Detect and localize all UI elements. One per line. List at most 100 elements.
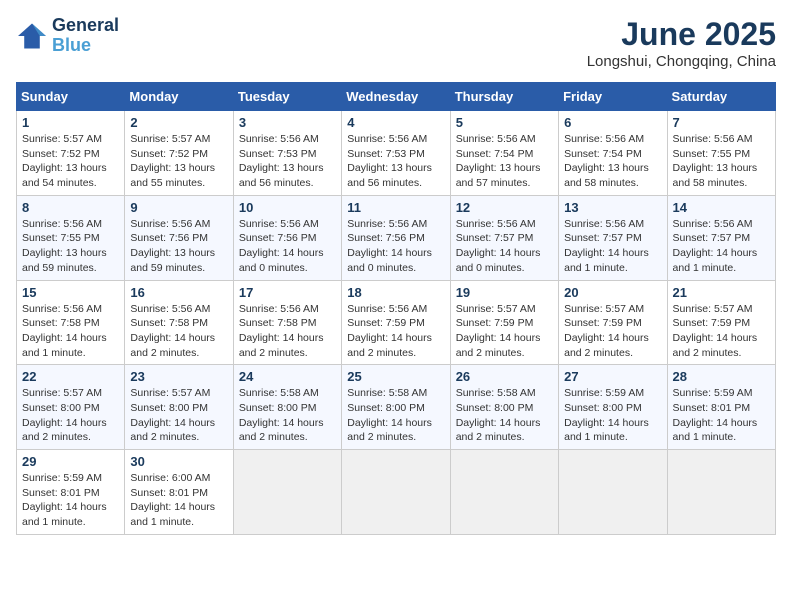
sunrise-label: Sunrise: 5:57 AM xyxy=(456,303,536,315)
sunset-label: Sunset: 7:53 PM xyxy=(347,148,425,160)
sunrise-label: Sunrise: 5:56 AM xyxy=(564,218,644,230)
daylight-label: Daylight: 13 hours and 58 minutes. xyxy=(673,162,758,189)
weekday-header-wednesday: Wednesday xyxy=(342,83,450,111)
day-number: 26 xyxy=(456,369,553,384)
day-info: Sunrise: 5:56 AM Sunset: 7:56 PM Dayligh… xyxy=(130,217,227,276)
day-number: 25 xyxy=(347,369,444,384)
day-number: 20 xyxy=(564,285,661,300)
sunset-label: Sunset: 7:52 PM xyxy=(130,148,208,160)
sunrise-label: Sunrise: 5:56 AM xyxy=(347,218,427,230)
day-info: Sunrise: 5:57 AM Sunset: 7:59 PM Dayligh… xyxy=(673,302,770,361)
sunrise-label: Sunrise: 5:56 AM xyxy=(22,218,102,230)
calendar-cell: 17 Sunrise: 5:56 AM Sunset: 7:58 PM Dayl… xyxy=(233,280,341,365)
day-number: 11 xyxy=(347,200,444,215)
day-number: 12 xyxy=(456,200,553,215)
sunrise-label: Sunrise: 5:56 AM xyxy=(347,133,427,145)
calendar-cell: 18 Sunrise: 5:56 AM Sunset: 7:59 PM Dayl… xyxy=(342,280,450,365)
weekday-header-tuesday: Tuesday xyxy=(233,83,341,111)
sunrise-label: Sunrise: 5:58 AM xyxy=(347,387,427,399)
sunrise-label: Sunrise: 5:56 AM xyxy=(239,218,319,230)
day-number: 17 xyxy=(239,285,336,300)
calendar-cell: 14 Sunrise: 5:56 AM Sunset: 7:57 PM Dayl… xyxy=(667,195,775,280)
sunrise-label: Sunrise: 5:56 AM xyxy=(239,303,319,315)
sunset-label: Sunset: 8:00 PM xyxy=(239,402,317,414)
day-number: 27 xyxy=(564,369,661,384)
calendar-cell: 1 Sunrise: 5:57 AM Sunset: 7:52 PM Dayli… xyxy=(17,111,125,196)
sunset-label: Sunset: 8:00 PM xyxy=(22,402,100,414)
calendar-cell: 24 Sunrise: 5:58 AM Sunset: 8:00 PM Dayl… xyxy=(233,365,341,450)
day-info: Sunrise: 5:57 AM Sunset: 7:59 PM Dayligh… xyxy=(564,302,661,361)
calendar-week-3: 15 Sunrise: 5:56 AM Sunset: 7:58 PM Dayl… xyxy=(17,280,776,365)
calendar-cell xyxy=(342,450,450,535)
sunset-label: Sunset: 7:58 PM xyxy=(239,317,317,329)
sunrise-label: Sunrise: 5:56 AM xyxy=(564,133,644,145)
day-info: Sunrise: 6:00 AM Sunset: 8:01 PM Dayligh… xyxy=(130,471,227,530)
daylight-label: Daylight: 14 hours and 1 minute. xyxy=(22,332,107,359)
sunset-label: Sunset: 7:58 PM xyxy=(130,317,208,329)
day-info: Sunrise: 5:58 AM Sunset: 8:00 PM Dayligh… xyxy=(456,386,553,445)
calendar-cell: 23 Sunrise: 5:57 AM Sunset: 8:00 PM Dayl… xyxy=(125,365,233,450)
daylight-label: Daylight: 14 hours and 0 minutes. xyxy=(239,247,324,274)
weekday-header-saturday: Saturday xyxy=(667,83,775,111)
sunrise-label: Sunrise: 5:56 AM xyxy=(239,133,319,145)
sunset-label: Sunset: 8:00 PM xyxy=(564,402,642,414)
day-number: 30 xyxy=(130,454,227,469)
sunrise-label: Sunrise: 5:59 AM xyxy=(564,387,644,399)
day-info: Sunrise: 5:59 AM Sunset: 8:01 PM Dayligh… xyxy=(22,471,119,530)
day-info: Sunrise: 5:56 AM Sunset: 7:56 PM Dayligh… xyxy=(347,217,444,276)
calendar-week-2: 8 Sunrise: 5:56 AM Sunset: 7:55 PM Dayli… xyxy=(17,195,776,280)
day-number: 3 xyxy=(239,115,336,130)
day-number: 15 xyxy=(22,285,119,300)
daylight-label: Daylight: 14 hours and 2 minutes. xyxy=(22,417,107,444)
day-number: 10 xyxy=(239,200,336,215)
sunrise-label: Sunrise: 5:56 AM xyxy=(456,218,536,230)
daylight-label: Daylight: 14 hours and 1 minute. xyxy=(22,501,107,528)
day-info: Sunrise: 5:59 AM Sunset: 8:00 PM Dayligh… xyxy=(564,386,661,445)
day-number: 16 xyxy=(130,285,227,300)
daylight-label: Daylight: 14 hours and 1 minute. xyxy=(564,247,649,274)
title-block: June 2025 Longshui, Chongqing, China xyxy=(587,16,776,70)
sunset-label: Sunset: 7:54 PM xyxy=(564,148,642,160)
day-number: 8 xyxy=(22,200,119,215)
day-info: Sunrise: 5:56 AM Sunset: 7:57 PM Dayligh… xyxy=(564,217,661,276)
calendar-week-4: 22 Sunrise: 5:57 AM Sunset: 8:00 PM Dayl… xyxy=(17,365,776,450)
sunrise-label: Sunrise: 6:00 AM xyxy=(130,472,210,484)
day-info: Sunrise: 5:56 AM Sunset: 7:53 PM Dayligh… xyxy=(347,132,444,191)
day-info: Sunrise: 5:57 AM Sunset: 7:59 PM Dayligh… xyxy=(456,302,553,361)
sunset-label: Sunset: 7:56 PM xyxy=(347,232,425,244)
sunset-label: Sunset: 7:52 PM xyxy=(22,148,100,160)
daylight-label: Daylight: 13 hours and 57 minutes. xyxy=(456,162,541,189)
weekday-header-friday: Friday xyxy=(559,83,667,111)
calendar-table: SundayMondayTuesdayWednesdayThursdayFrid… xyxy=(16,82,776,535)
day-number: 1 xyxy=(22,115,119,130)
sunrise-label: Sunrise: 5:56 AM xyxy=(22,303,102,315)
daylight-label: Daylight: 13 hours and 56 minutes. xyxy=(239,162,324,189)
daylight-label: Daylight: 14 hours and 2 minutes. xyxy=(347,417,432,444)
day-number: 29 xyxy=(22,454,119,469)
day-info: Sunrise: 5:56 AM Sunset: 7:58 PM Dayligh… xyxy=(239,302,336,361)
day-info: Sunrise: 5:56 AM Sunset: 7:58 PM Dayligh… xyxy=(130,302,227,361)
daylight-label: Daylight: 14 hours and 2 minutes. xyxy=(130,332,215,359)
month-title: June 2025 xyxy=(587,16,776,53)
daylight-label: Daylight: 14 hours and 2 minutes. xyxy=(564,332,649,359)
daylight-label: Daylight: 14 hours and 1 minute. xyxy=(673,247,758,274)
calendar-cell: 3 Sunrise: 5:56 AM Sunset: 7:53 PM Dayli… xyxy=(233,111,341,196)
calendar-cell: 16 Sunrise: 5:56 AM Sunset: 7:58 PM Dayl… xyxy=(125,280,233,365)
day-info: Sunrise: 5:56 AM Sunset: 7:58 PM Dayligh… xyxy=(22,302,119,361)
day-info: Sunrise: 5:57 AM Sunset: 8:00 PM Dayligh… xyxy=(130,386,227,445)
day-info: Sunrise: 5:56 AM Sunset: 7:55 PM Dayligh… xyxy=(673,132,770,191)
daylight-label: Daylight: 14 hours and 1 minute. xyxy=(130,501,215,528)
weekday-header-monday: Monday xyxy=(125,83,233,111)
calendar-cell: 25 Sunrise: 5:58 AM Sunset: 8:00 PM Dayl… xyxy=(342,365,450,450)
calendar-cell: 2 Sunrise: 5:57 AM Sunset: 7:52 PM Dayli… xyxy=(125,111,233,196)
sunset-label: Sunset: 7:59 PM xyxy=(673,317,751,329)
day-info: Sunrise: 5:59 AM Sunset: 8:01 PM Dayligh… xyxy=(673,386,770,445)
calendar-cell xyxy=(667,450,775,535)
sunrise-label: Sunrise: 5:59 AM xyxy=(673,387,753,399)
daylight-label: Daylight: 14 hours and 2 minutes. xyxy=(673,332,758,359)
day-number: 2 xyxy=(130,115,227,130)
calendar-cell: 22 Sunrise: 5:57 AM Sunset: 8:00 PM Dayl… xyxy=(17,365,125,450)
sunset-label: Sunset: 7:57 PM xyxy=(673,232,751,244)
daylight-label: Daylight: 14 hours and 2 minutes. xyxy=(239,417,324,444)
sunrise-label: Sunrise: 5:56 AM xyxy=(130,303,210,315)
